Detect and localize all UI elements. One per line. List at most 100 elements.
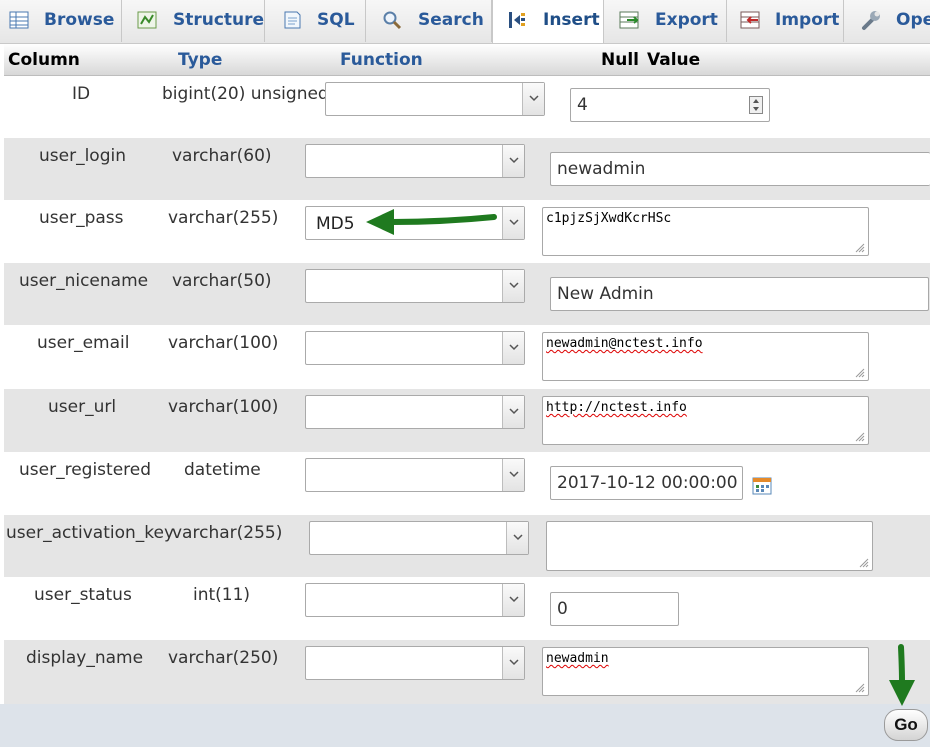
column-name: user_nicename <box>19 271 149 291</box>
table-row: user_registered datetime 2017-10-12 00:0… <box>4 452 930 515</box>
tab-browse[interactable]: Browse <box>0 0 122 42</box>
value-textarea[interactable]: c1pjzSjXwdKcrHSc <box>542 207 869 256</box>
insert-icon <box>506 9 530 33</box>
chevron-down-icon <box>502 270 524 302</box>
tab-sql[interactable]: SQL <box>265 0 366 42</box>
chevron-down-icon <box>502 396 524 428</box>
resize-grip-icon[interactable] <box>855 682 865 693</box>
tab-export-label: Export <box>655 10 718 30</box>
table-row: user_login varchar(60) newadmin <box>4 138 930 200</box>
tab-bar: Browse Structure SQL Search Insert Expor… <box>0 0 930 44</box>
tab-insert-label: Insert <box>543 10 600 30</box>
resize-grip-icon[interactable] <box>855 367 865 378</box>
export-icon <box>618 9 642 33</box>
table-row: user_activation_key varchar(255) <box>4 515 930 577</box>
value-input[interactable]: 4 <box>570 88 770 122</box>
tab-sql-label: SQL <box>317 10 355 30</box>
column-header: Column <box>8 50 80 70</box>
function-select[interactable] <box>305 583 525 617</box>
tab-operations-label: Ope <box>896 10 930 30</box>
table-row: user_status int(11) 0 <box>4 577 930 640</box>
resize-grip-icon[interactable] <box>855 431 865 442</box>
chevron-down-icon <box>502 647 524 679</box>
tab-browse-label: Browse <box>44 10 115 30</box>
function-select[interactable] <box>309 521 529 555</box>
tab-import-label: Import <box>775 10 840 30</box>
function-select[interactable] <box>305 395 525 429</box>
column-name: user_pass <box>39 208 124 228</box>
table-row: ID bigint(20) unsigned 4 <box>4 76 930 138</box>
column-type: varchar(255) <box>168 208 279 228</box>
column-name: ID <box>72 84 91 104</box>
column-name: user_activation_key <box>6 523 175 543</box>
null-header: Null <box>601 50 639 70</box>
value-textarea[interactable] <box>546 521 873 571</box>
chevron-down-icon <box>502 145 524 177</box>
column-name: user_registered <box>19 460 152 480</box>
resize-grip-icon[interactable] <box>859 557 869 568</box>
tab-structure-label: Structure <box>173 10 265 30</box>
calendar-icon[interactable] <box>752 476 772 500</box>
table-row: display_name varchar(250) newadmin <box>4 640 930 704</box>
column-type: varchar(100) <box>168 333 279 353</box>
value-textarea[interactable]: newadmin <box>542 647 869 696</box>
value-input[interactable]: newadmin <box>550 152 930 186</box>
type-header[interactable]: Type <box>178 50 222 70</box>
tab-structure[interactable]: Structure <box>122 0 265 42</box>
function-select[interactable] <box>305 269 525 303</box>
value-textarea[interactable]: http://nctest.info <box>542 396 869 445</box>
column-type: varchar(255) <box>172 523 283 543</box>
wrench-icon <box>860 9 884 33</box>
import-icon <box>739 9 763 33</box>
number-spinner-icon[interactable] <box>749 96 763 119</box>
column-name: display_name <box>26 648 144 668</box>
tab-operations[interactable]: Ope <box>844 0 930 42</box>
column-name: user_login <box>39 146 126 166</box>
function-select[interactable] <box>305 458 525 492</box>
value-header: Value <box>647 50 701 70</box>
annotation-arrow-left-icon <box>366 209 497 235</box>
column-name: user_status <box>34 585 132 605</box>
table-row: user_email varchar(100) newadmin@nctest.… <box>4 325 930 389</box>
function-select[interactable] <box>305 144 525 178</box>
value-input[interactable]: 2017-10-12 00:00:00 <box>550 466 743 500</box>
annotation-arrow-down-icon <box>889 644 915 706</box>
chevron-down-icon <box>506 522 528 554</box>
table-row: user_url varchar(100) http://nctest.info <box>4 389 930 452</box>
column-type: bigint(20) unsigned <box>162 84 329 104</box>
value-input[interactable]: 0 <box>550 592 679 626</box>
structure-icon <box>136 9 160 33</box>
column-name: user_email <box>37 333 130 353</box>
tab-export[interactable]: Export <box>604 0 727 42</box>
tab-insert[interactable]: Insert <box>492 0 604 43</box>
column-name: user_url <box>48 397 117 417</box>
table-row: user_nicename varchar(50) New Admin <box>4 263 930 325</box>
function-select[interactable] <box>305 646 525 680</box>
column-type: varchar(50) <box>172 271 272 291</box>
table-header: Column Type Function Null Value <box>4 44 930 76</box>
function-header[interactable]: Function <box>340 50 423 70</box>
chevron-down-icon <box>502 584 524 616</box>
chevron-down-icon <box>522 83 544 115</box>
column-type: varchar(250) <box>168 648 279 668</box>
go-button[interactable]: Go <box>884 709 928 741</box>
tab-search-label: Search <box>418 10 484 30</box>
chevron-down-icon <box>502 332 524 364</box>
column-type: int(11) <box>193 585 251 605</box>
column-type: varchar(100) <box>168 397 279 417</box>
form-footer <box>0 704 930 747</box>
function-select[interactable] <box>305 331 525 365</box>
column-type: datetime <box>184 460 261 480</box>
sql-icon <box>281 9 305 33</box>
search-icon <box>381 9 405 33</box>
chevron-down-icon <box>502 459 524 491</box>
tab-import[interactable]: Import <box>727 0 844 42</box>
browse-icon <box>8 9 32 33</box>
column-type: varchar(60) <box>172 146 272 166</box>
value-input[interactable]: New Admin <box>550 277 929 311</box>
function-select[interactable] <box>325 82 545 116</box>
tab-search[interactable]: Search <box>366 0 492 42</box>
resize-grip-icon[interactable] <box>855 242 865 253</box>
chevron-down-icon <box>502 207 524 239</box>
value-textarea[interactable]: newadmin@nctest.info <box>542 332 869 381</box>
